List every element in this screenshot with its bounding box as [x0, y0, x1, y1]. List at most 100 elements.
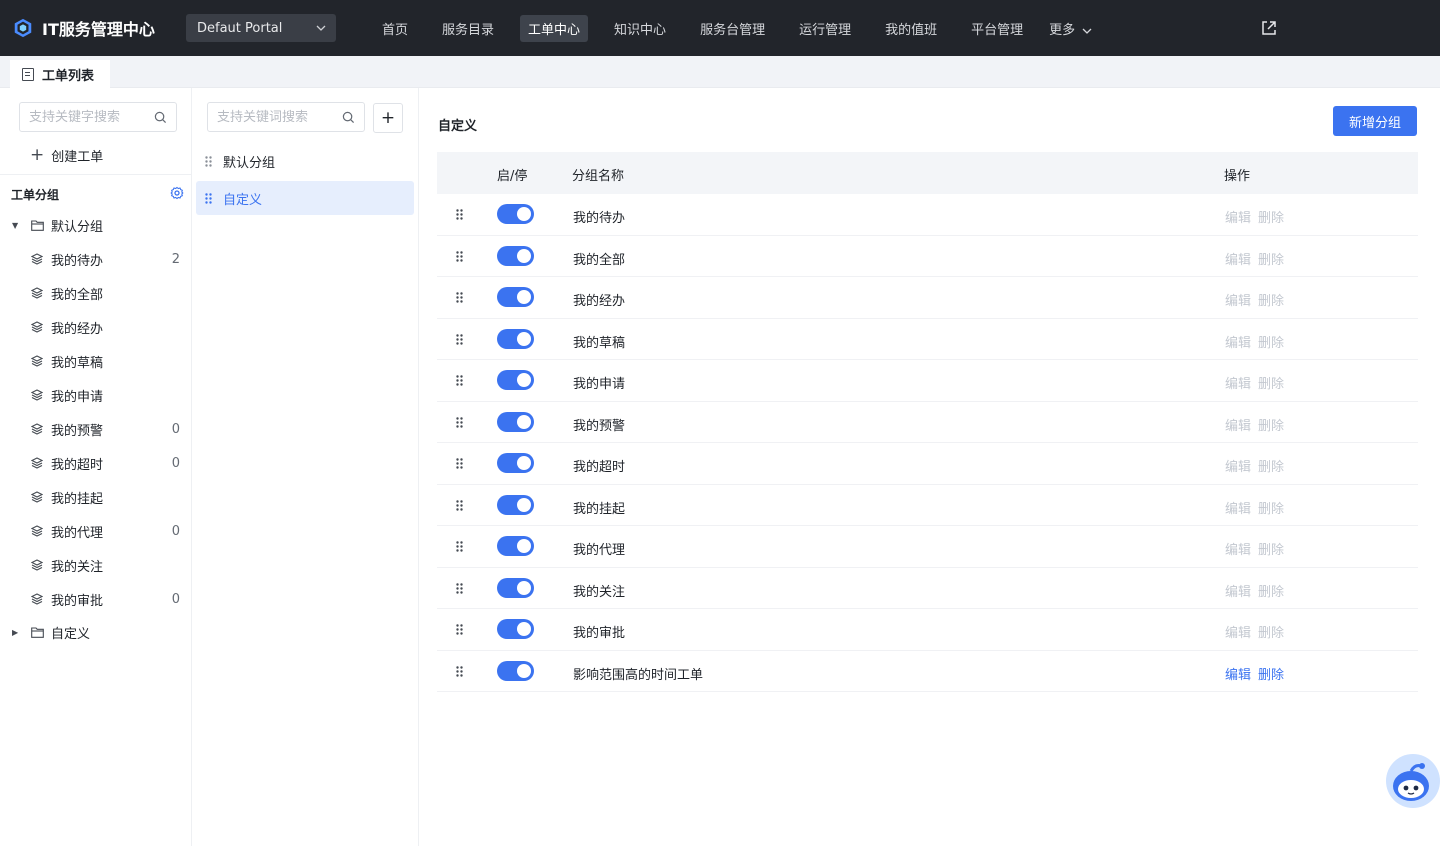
enable-toggle[interactable]	[497, 204, 534, 224]
tree-item[interactable]: 我的草稿	[0, 347, 192, 375]
drag-handle-icon[interactable]	[456, 582, 463, 594]
drag-handle-icon[interactable]	[456, 250, 463, 262]
edit-link[interactable]: 编辑	[1225, 294, 1251, 309]
enable-toggle[interactable]	[497, 660, 534, 681]
tree-group-custom[interactable]: ▶ 自定义	[0, 618, 192, 646]
edit-link[interactable]: 编辑	[1225, 336, 1251, 351]
drag-handle-icon[interactable]	[205, 155, 212, 167]
drag-handle-icon[interactable]	[456, 333, 463, 345]
table-row: 我的挂起 编辑 删除	[437, 485, 1418, 526]
group-name-cell: 影响范围高的时间工单	[573, 667, 704, 683]
delete-link[interactable]: 删除	[1258, 668, 1284, 683]
delete-link[interactable]: 删除	[1258, 502, 1284, 517]
edit-link[interactable]: 编辑	[1225, 460, 1251, 475]
nav-my-duty[interactable]: 我的值班	[877, 15, 945, 42]
drag-handle-icon[interactable]	[456, 665, 463, 677]
nav-platform-management[interactable]: 平台管理	[963, 15, 1031, 42]
drag-handle-icon[interactable]	[205, 192, 212, 204]
top-navbar: IT服务管理中心 Defaut Portal 首页 服务目录 工单中心 知识中心…	[0, 0, 1440, 56]
tree-item[interactable]: 我的关注	[0, 551, 192, 579]
add-group-icon-button[interactable]: +	[373, 103, 403, 133]
group-name-cell: 我的审批	[573, 626, 626, 641]
group-name-cell: 我的全部	[573, 252, 626, 268]
drag-handle-icon[interactable]	[456, 624, 463, 635]
nav-ticket-center[interactable]: 工单中心	[520, 14, 589, 42]
drag-handle-icon[interactable]	[456, 416, 463, 428]
edit-link[interactable]: 编辑	[1225, 502, 1251, 517]
tab-ticket-list[interactable]: 工单列表	[10, 60, 110, 88]
assistant-bot-icon[interactable]	[1383, 752, 1440, 810]
delete-link[interactable]: 删除	[1258, 336, 1284, 351]
group-search-input[interactable]	[208, 103, 364, 131]
delete-link[interactable]: 删除	[1258, 211, 1284, 226]
delete-link[interactable]: 删除	[1258, 419, 1284, 434]
edit-link[interactable]: 编辑	[1225, 253, 1251, 268]
table-row: 我的超时 编辑 删除	[437, 443, 1418, 485]
edit-link[interactable]: 编辑	[1225, 377, 1251, 392]
delete-link[interactable]: 删除	[1258, 585, 1284, 600]
group-name-cell: 我的预警	[573, 418, 626, 434]
delete-link[interactable]: 删除	[1258, 460, 1284, 475]
keyword-search-input[interactable]	[20, 103, 176, 131]
table-row: 我的关注 编辑 删除	[437, 568, 1418, 609]
tree-item[interactable]: 我的审批 0	[0, 585, 192, 613]
delete-link[interactable]: 删除	[1258, 294, 1284, 309]
tree-item[interactable]: 我的代理 0	[0, 517, 192, 545]
enable-toggle[interactable]	[497, 536, 534, 556]
drag-handle-icon[interactable]	[456, 375, 463, 386]
nav-operations-management[interactable]: 运行管理	[791, 15, 859, 42]
enable-toggle[interactable]	[497, 619, 534, 639]
edit-link[interactable]: 编辑	[1225, 543, 1251, 558]
nav-service-desk-management[interactable]: 服务台管理	[692, 15, 773, 42]
portal-select[interactable]: Defaut Portal	[186, 14, 336, 42]
group-list-item[interactable]: 自定义	[196, 181, 414, 215]
enable-toggle[interactable]	[497, 328, 534, 349]
enable-toggle[interactable]	[497, 453, 534, 473]
create-ticket-button[interactable]: + 创建工单	[30, 146, 103, 166]
nav-service-catalog[interactable]: 服务目录	[434, 15, 502, 42]
enable-toggle[interactable]	[497, 370, 534, 390]
enable-toggle[interactable]	[497, 494, 534, 515]
drag-handle-icon[interactable]	[456, 458, 463, 469]
edit-link[interactable]: 编辑	[1225, 211, 1251, 226]
drag-handle-icon[interactable]	[456, 292, 463, 303]
external-link-icon[interactable]	[1260, 19, 1278, 37]
nav-knowledge-center[interactable]: 知识中心	[606, 15, 674, 42]
tree-item-label: 我的草稿	[51, 355, 104, 371]
tree-item[interactable]: 我的待办 2	[0, 245, 192, 273]
tree-item[interactable]: 我的超时 0	[0, 449, 192, 477]
delete-link[interactable]: 删除	[1258, 253, 1284, 268]
add-group-button[interactable]: 新增分组	[1333, 106, 1417, 136]
drag-handle-icon[interactable]	[456, 541, 463, 552]
drag-handle-icon[interactable]	[456, 499, 463, 511]
edit-link[interactable]: 编辑	[1225, 626, 1251, 641]
tree-group-default[interactable]: ▼ 默认分组	[0, 211, 192, 239]
edit-link[interactable]: 编辑	[1225, 668, 1251, 683]
gear-icon[interactable]	[170, 186, 184, 200]
enable-toggle[interactable]	[497, 287, 534, 307]
tree-item[interactable]: 我的挂起	[0, 483, 192, 511]
drag-handle-icon[interactable]	[456, 209, 463, 220]
search-icon[interactable]	[342, 111, 355, 124]
group-list-item[interactable]: 默认分组	[196, 144, 414, 178]
tree-group-label: 自定义	[51, 626, 91, 642]
brand[interactable]: IT服务管理中心	[12, 16, 184, 40]
enable-toggle[interactable]	[497, 577, 534, 598]
enable-toggle[interactable]	[497, 245, 534, 266]
tree-item[interactable]: 我的全部	[0, 279, 192, 307]
delete-link[interactable]: 删除	[1258, 626, 1284, 641]
edit-link[interactable]: 编辑	[1225, 419, 1251, 434]
enable-toggle[interactable]	[497, 411, 534, 432]
tree-item[interactable]: 我的申请	[0, 381, 192, 409]
tree-item[interactable]: 我的经办	[0, 313, 192, 341]
caret-right-icon[interactable]: ▶	[12, 628, 18, 637]
delete-link[interactable]: 删除	[1258, 377, 1284, 392]
nav-more[interactable]: 更多	[1041, 15, 1100, 42]
nav-home[interactable]: 首页	[374, 15, 416, 42]
caret-down-icon[interactable]: ▼	[12, 221, 18, 230]
search-icon[interactable]	[154, 111, 167, 124]
folder-icon	[31, 219, 44, 231]
tree-item[interactable]: 我的预警 0	[0, 415, 192, 443]
edit-link[interactable]: 编辑	[1225, 585, 1251, 600]
delete-link[interactable]: 删除	[1258, 543, 1284, 558]
